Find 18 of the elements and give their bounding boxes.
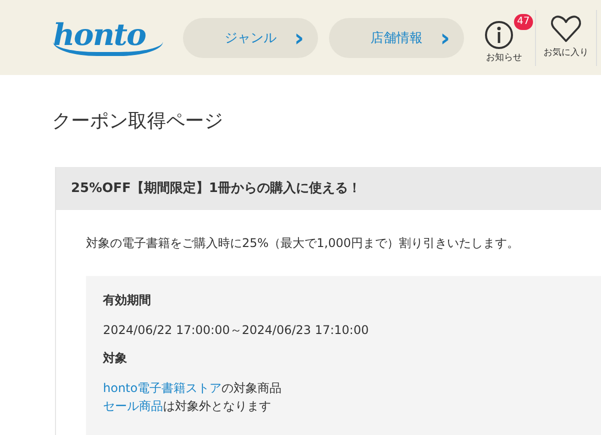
icon-label: お知らせ bbox=[486, 52, 522, 64]
notification-badge: 47 bbox=[514, 14, 533, 30]
nav-button[interactable]: 店舗情報 › bbox=[329, 18, 464, 58]
detail-text: honto電子書籍ストアの対象商品 bbox=[103, 380, 283, 397]
detail-link[interactable]: セール商品 bbox=[103, 399, 163, 413]
detail-heading: 有効期間 bbox=[103, 292, 152, 309]
coupon-title: 25%OFF【期間限定】1冊からの購入に使える！ bbox=[56, 167, 601, 210]
detail-text: 2024/06/22 17:00:00～2024/06/23 17:10:00 bbox=[103, 322, 370, 339]
page-title: クーポン取得ページ bbox=[52, 109, 224, 133]
coupon-description: 対象の電子書籍をご購入時に25%（最大で1,000円まで）割り引きいたします。 bbox=[86, 235, 520, 251]
detail-heading: 対象 bbox=[103, 350, 128, 367]
detail-link[interactable]: honto電子書籍ストア bbox=[103, 381, 222, 395]
info-icon[interactable] bbox=[485, 20, 513, 48]
logo[interactable]: honto bbox=[53, 20, 163, 56]
icon-label: お気に入り bbox=[544, 46, 588, 58]
detail-text: セール商品は対象外となります bbox=[103, 398, 272, 415]
heart-icon[interactable] bbox=[550, 14, 582, 44]
nav-button[interactable]: ジャンル › bbox=[183, 18, 318, 58]
